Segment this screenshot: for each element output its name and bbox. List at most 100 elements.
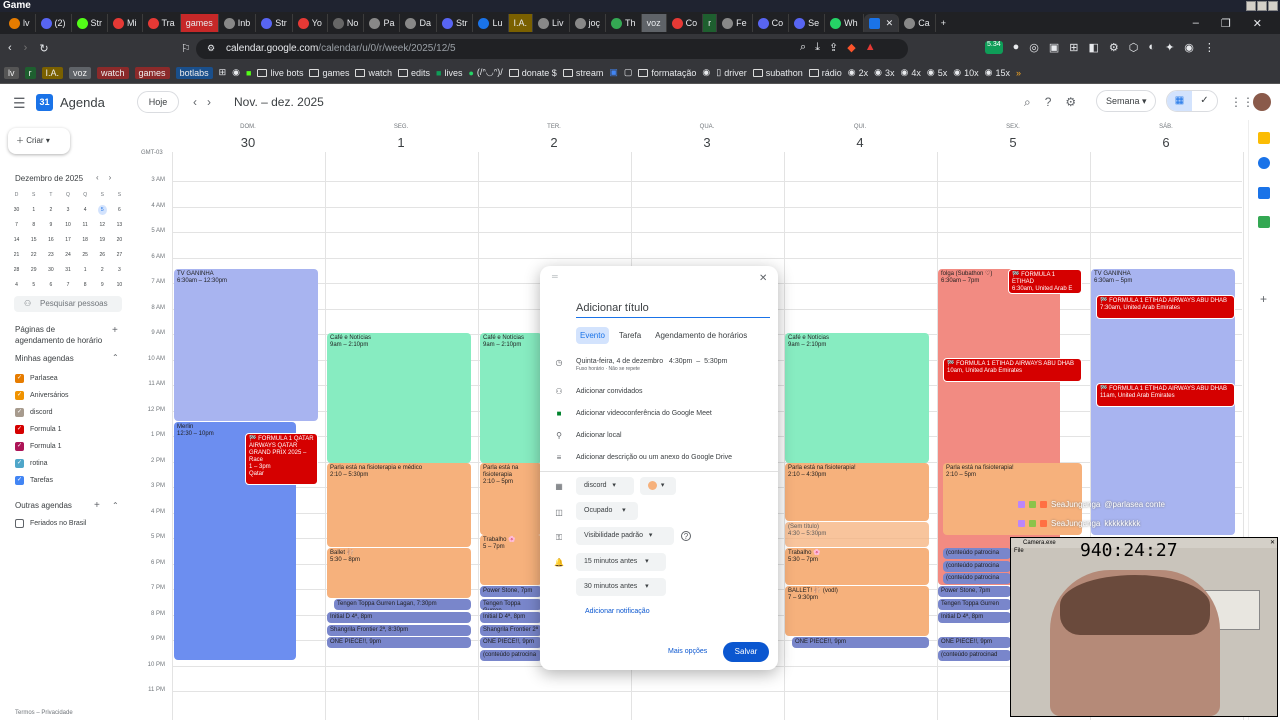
calendar-event[interactable]: Trabalho 🌸 5:30 – 7pm <box>785 548 929 585</box>
mini-day[interactable]: 4 <box>77 203 94 218</box>
calendar-event[interactable]: ONE PIECE!!, 9pm <box>480 637 542 648</box>
site-info-icon[interactable]: ⚙ <box>207 43 215 54</box>
notification-select[interactable]: 30 minutos antes ▾ <box>576 578 666 596</box>
save-button[interactable]: Salvar <box>723 642 769 662</box>
mini-day[interactable]: 30 <box>8 203 25 218</box>
mini-day[interactable]: 7 <box>8 218 25 233</box>
bookmark-group[interactable]: I.A. <box>41 66 64 79</box>
bookmark-group[interactable]: r <box>24 66 36 79</box>
help-icon[interactable]: ? <box>681 531 691 541</box>
day-header[interactable]: SEX. 5 <box>937 120 1089 150</box>
puzzle-icon[interactable]: ✦ <box>1165 41 1174 54</box>
add-booking-icon[interactable]: + <box>112 325 118 336</box>
checkbox-icon[interactable]: ✓ <box>15 425 24 434</box>
zoom-icon[interactable]: ⌕ <box>800 41 806 54</box>
calendar-event[interactable]: (conteúdo patrocina <box>480 650 542 661</box>
checkbox-icon[interactable]: ✓ <box>15 391 24 400</box>
browser-tab[interactable]: Pa <box>364 14 401 32</box>
day-header[interactable]: QUA. 3 <box>631 120 783 150</box>
mini-day[interactable]: 24 <box>59 248 76 263</box>
contacts-icon[interactable] <box>1258 187 1270 199</box>
calendar-item[interactable]: ✓ Parlasea <box>15 374 58 383</box>
extension-icon[interactable]: ⊞ <box>1069 41 1078 54</box>
add-guests-row[interactable]: ⚇ Adicionar convidados <box>554 387 642 396</box>
browser-tab[interactable]: lv <box>4 14 36 32</box>
calendar-event[interactable]: Initial D 4ª, 8pm <box>938 612 1011 623</box>
bookmark-page-icon[interactable]: ⚐ <box>181 42 191 55</box>
mini-day[interactable]: 11 <box>77 218 94 233</box>
tab-task[interactable]: Tarefa <box>615 327 645 344</box>
date-time-row[interactable]: ◷ Quinta-feira, 4 de dezembro 4:30pm – 5:… <box>554 358 728 372</box>
day-header[interactable]: TER. 2 <box>478 120 630 150</box>
mini-day[interactable]: 28 <box>8 263 25 278</box>
add-meet-row[interactable]: ■ Adicionar videoconferência do Google Me… <box>554 409 712 418</box>
bookmark-icon-only[interactable]: ■ <box>246 68 251 78</box>
back-icon[interactable]: ‹ <box>8 42 12 54</box>
bookmark-link[interactable]: ■ lives <box>436 68 462 78</box>
checkbox-icon[interactable]: ✓ <box>15 476 24 485</box>
browser-tab[interactable]: Co <box>667 14 704 32</box>
browser-tab[interactable]: Th <box>606 14 642 32</box>
mini-day[interactable]: 29 <box>25 263 42 278</box>
more-options-button[interactable]: Mais opções <box>668 648 707 655</box>
new-tab-button[interactable]: + <box>936 14 951 32</box>
bookmark-folder[interactable]: watch <box>355 68 392 78</box>
day-header[interactable]: SEG. 1 <box>325 120 477 150</box>
calendar-event[interactable]: Power Stone, 7pm <box>938 586 1011 597</box>
extension-icon[interactable]: ⚙ <box>1109 41 1119 54</box>
mini-day-selected[interactable]: 5 <box>94 203 111 218</box>
browser-tab[interactable]: Inb <box>219 14 257 32</box>
browser-tab[interactable]: Co <box>753 14 790 32</box>
calendar-view-icon[interactable]: ▦ <box>1167 91 1192 111</box>
add-addon-icon[interactable]: + <box>1260 292 1267 306</box>
availability-select[interactable]: Ocupado ▾ <box>576 502 638 520</box>
close-window-button[interactable] <box>1268 1 1278 11</box>
close-tab-icon[interactable]: ✕ <box>886 18 894 29</box>
calendar-event[interactable]: ONE PIECE!!, 9pm <box>327 637 471 648</box>
reload-icon[interactable]: ↻ <box>39 42 48 55</box>
menu-dots-icon[interactable]: ⋮ <box>1204 41 1215 54</box>
mini-day[interactable]: 27 <box>111 248 128 263</box>
calendar-event[interactable]: Tengen Toppa Gurren <box>938 599 1011 610</box>
checkbox-icon[interactable]: ✓ <box>15 374 24 383</box>
day-header[interactable]: QUI. 4 <box>784 120 936 150</box>
mini-day[interactable]: 22 <box>25 248 42 263</box>
extension-icon[interactable]: ● <box>1013 41 1020 54</box>
checkbox-icon[interactable]: ✓ <box>15 408 24 417</box>
browser-tab[interactable]: Da <box>400 14 437 32</box>
bookmark-folder[interactable]: stream <box>562 68 603 78</box>
browser-tab[interactable]: joç <box>570 14 607 32</box>
calendar-tasks-toggle[interactable]: ▦ ✓ <box>1166 90 1218 112</box>
bookmark-group[interactable]: botlabs <box>175 66 213 79</box>
bookmark-group[interactable]: games <box>134 66 170 79</box>
keep-icon[interactable] <box>1258 132 1270 144</box>
view-selector[interactable]: Semana ▾ <box>1096 90 1156 112</box>
bookmark-folder[interactable]: subathon <box>752 68 803 78</box>
bookmark-link[interactable]: ◉ 10x <box>953 67 978 78</box>
event-end-time[interactable]: 5:30pm <box>704 358 727 365</box>
calendar-event[interactable]: Parla está na fisioterapia e médico 2:10 … <box>327 463 471 547</box>
calendar-item[interactable]: ✓ discord <box>15 408 53 417</box>
browser-tab[interactable]: Tra <box>143 14 181 32</box>
calendar-event[interactable]: (conteúdo patrocina <box>943 573 1011 584</box>
bookmark-link[interactable]: ◉ 5x <box>927 67 947 78</box>
event-title-input[interactable]: Adicionar título <box>576 302 770 318</box>
close-icon[interactable]: ✕ <box>759 273 767 284</box>
mini-day[interactable]: 6 <box>42 278 59 293</box>
calendar-item[interactable]: ✓ Aniversários <box>15 391 69 400</box>
checkbox-icon[interactable] <box>15 519 24 528</box>
calendar-event[interactable]: ONE PIECE!!, 9pm <box>938 637 1011 648</box>
mini-day[interactable]: 21 <box>8 248 25 263</box>
calendar-event[interactable]: Café e Notícias 9am – 2:10pm <box>327 333 471 463</box>
calendar-event[interactable]: Shangrila Frontier 2ª <box>480 625 542 636</box>
mini-day[interactable]: 25 <box>77 248 94 263</box>
add-calendar-icon[interactable]: + <box>94 500 100 511</box>
avatar[interactable] <box>1253 93 1271 111</box>
browser-tab[interactable]: (2) <box>36 14 72 32</box>
mini-day[interactable]: 14 <box>8 233 25 248</box>
bookmark-group[interactable]: watch <box>97 66 129 79</box>
mini-day[interactable]: 16 <box>42 233 59 248</box>
bookmark-icon-only[interactable]: ▣ <box>609 67 618 78</box>
browser-tab[interactable]: Lu <box>473 14 509 32</box>
calendar-event[interactable]: Parla está na fisioterapia 2:10 – 5pm <box>480 463 542 535</box>
